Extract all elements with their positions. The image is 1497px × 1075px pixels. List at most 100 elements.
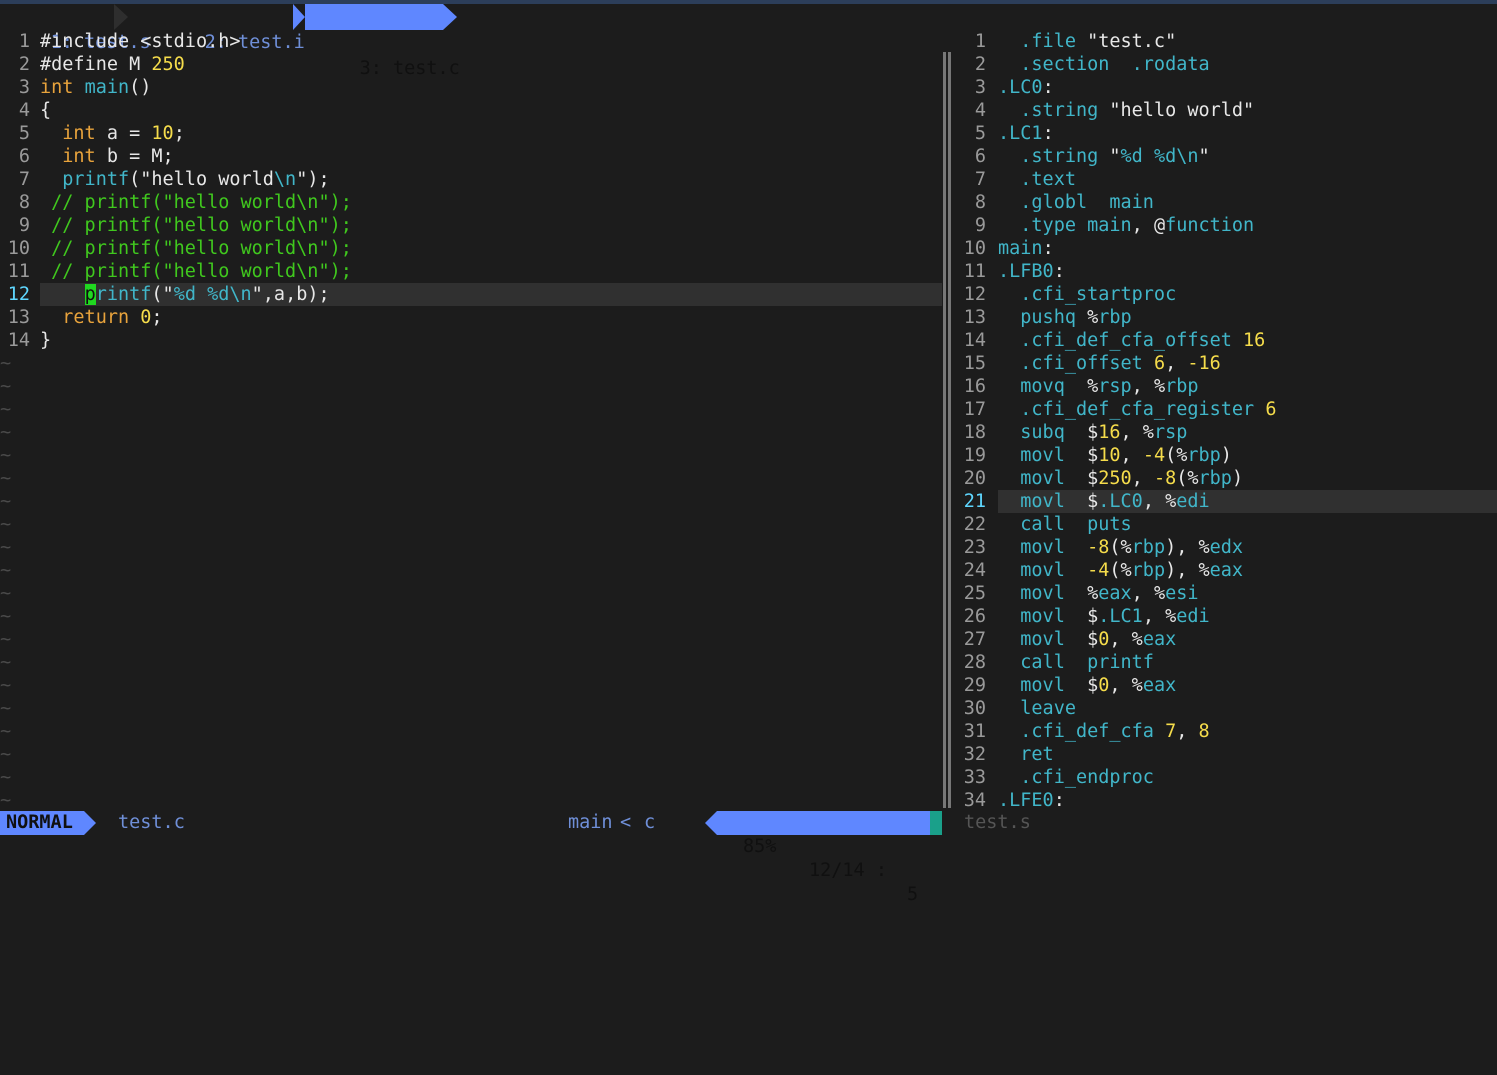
empty-buffer-line: ~ (0, 467, 942, 490)
code-token: // printf("hello world\n"); (40, 261, 352, 282)
code-line[interactable]: 16 movq %rsp, %rbp (952, 375, 1497, 398)
tilde-marker: ~ (0, 514, 12, 535)
line-number: 4 (18, 100, 30, 121)
code-line[interactable]: 34 .LFE0: (952, 789, 1497, 812)
code-line[interactable]: 10 // printf("hello world\n"); (0, 237, 942, 260)
line-number: 33 (963, 767, 986, 788)
code-text: movq %rsp, %rbp (998, 375, 1199, 398)
code-line[interactable]: 1 #include <stdio.h> (0, 30, 942, 53)
empty-buffer-line: ~ (0, 582, 942, 605)
tab-test-c-active[interactable]: 3: test.c (293, 4, 460, 79)
tab-test-i[interactable]: 2: test.i (160, 4, 305, 53)
line-number: 7 (18, 169, 30, 190)
code-line[interactable]: 1 .file "test.c" (952, 30, 1497, 53)
code-line[interactable]: 7 printf("hello world\n"); (0, 168, 942, 191)
code-text: movl %eax, %esi (998, 582, 1198, 605)
code-line[interactable]: 27 movl $0, %eax (952, 628, 1497, 651)
code-line[interactable]: 3 .LC0: (952, 76, 1497, 99)
code-line[interactable]: 20 movl $250, -8(%rbp) (952, 467, 1497, 490)
current-code-line[interactable]: 12 printf("%d %d\n",a,b); (8, 283, 942, 306)
code-line[interactable]: 28 call printf (952, 651, 1497, 674)
code-line[interactable]: 26 movl $.LC1, %edi (952, 605, 1497, 628)
code-line[interactable]: 23 movl -8(%rbp), %edx (952, 536, 1497, 559)
line-number: 11 (7, 261, 30, 282)
code-token: eax (1098, 583, 1132, 604)
code-token: rbp (1165, 376, 1199, 397)
code-line[interactable]: 32 ret (952, 743, 1497, 766)
code-text: // printf("hello world\n"); (40, 237, 352, 260)
code-token: 250 (1098, 468, 1132, 489)
code-line[interactable]: 31 .cfi_def_cfa 7, 8 (952, 720, 1497, 743)
code-line[interactable]: 30 leave (952, 697, 1497, 720)
code-line[interactable]: 4 .string "hello world" (952, 99, 1497, 122)
code-token: " (1198, 146, 1210, 167)
code-line[interactable]: 2 .section .rodata (952, 53, 1497, 76)
code-token: 0 (140, 307, 152, 328)
code-line[interactable]: 17 .cfi_def_cfa_register 6 (952, 398, 1497, 421)
tab-test-s[interactable]: 1: test.s (6, 4, 151, 53)
editor-pane-test-c[interactable]: 1 #include <stdio.h> 2 #define M 250 3 int ma… (0, 30, 942, 811)
code-token: ; (173, 123, 185, 144)
code-token: .LFE0 (998, 790, 1054, 811)
code-token: .cfi_startproc (1020, 284, 1177, 305)
vertical-split-separator[interactable] (942, 52, 952, 808)
code-line[interactable]: 5 int a = 10; (0, 122, 942, 145)
code-text: // printf("hello world\n"); (40, 191, 352, 214)
code-line[interactable]: 4{ (0, 99, 942, 122)
line-number: 23 (963, 537, 986, 558)
code-line[interactable]: 13 pushq %rbp (952, 306, 1497, 329)
code-token: : (1042, 238, 1054, 259)
line-number: 21 (963, 491, 986, 512)
code-line[interactable]: 25 movl %eax, %esi (952, 582, 1497, 605)
code-line[interactable]: 13 return 0; (0, 306, 942, 329)
code-line[interactable]: 11 .LFB0: (952, 260, 1497, 283)
code-line[interactable]: 12 .cfi_startproc (952, 283, 1497, 306)
code-token: int (62, 146, 96, 167)
code-line[interactable]: 10 main: (952, 237, 1497, 260)
code-token: ; (151, 307, 163, 328)
code-token: 16 (1098, 422, 1121, 443)
code-line[interactable]: 33 .cfi_endproc (952, 766, 1497, 789)
code-token: int (40, 77, 85, 98)
line-number: 12 (963, 284, 986, 305)
code-line[interactable]: 29 movl $0, %eax (952, 674, 1497, 697)
line-number: 9 (18, 215, 30, 236)
empty-buffer-line: ~ (0, 375, 942, 398)
code-token: movl (1020, 606, 1088, 627)
code-line[interactable]: 7 .text (952, 168, 1497, 191)
code-line[interactable]: 19 movl $10, -4(%rbp) (952, 444, 1497, 467)
code-line[interactable]: 3 int main() (0, 76, 942, 99)
code-line[interactable]: 22 call puts (952, 513, 1497, 536)
code-text: { (40, 99, 51, 122)
current-code-line[interactable]: 21 movl $.LC0, %edi (964, 490, 1497, 513)
code-line[interactable]: 9 .type main, @function (952, 214, 1497, 237)
code-line[interactable]: 14 .cfi_def_cfa_offset 16 (952, 329, 1497, 352)
code-line[interactable]: 9 // printf("hello world\n"); (0, 214, 942, 237)
tilde-marker: ~ (0, 721, 12, 742)
code-line[interactable]: 5 .LC1: (952, 122, 1497, 145)
editor-pane-test-s[interactable]: 1 .file "test.c" 2 .section .rodata 3 .LC0:… (952, 30, 1497, 811)
code-line[interactable]: 15 .cfi_offset 6, -16 (952, 352, 1497, 375)
empty-buffer-line: ~ (0, 789, 942, 812)
tilde-marker: ~ (0, 583, 12, 604)
code-token: rbp (1131, 560, 1166, 581)
code-line[interactable]: 14} (0, 329, 942, 352)
code-token: movl (1020, 445, 1088, 466)
empty-buffer-line: ~ (0, 697, 942, 720)
code-line[interactable]: 8 .globl main (952, 191, 1497, 214)
code-token: ), % (1165, 560, 1210, 581)
code-text: movl $250, -8(%rbp) (998, 467, 1243, 490)
code-line[interactable]: 18 subq $16, %rsp (952, 421, 1497, 444)
code-line[interactable]: 11 // printf("hello world\n"); (0, 260, 942, 283)
code-line[interactable]: 6 .string "%d %d\n" (952, 145, 1497, 168)
code-line[interactable]: 2 #define M 250 (0, 53, 942, 76)
code-text: leave (998, 697, 1076, 720)
code-text: .cfi_def_cfa 7, 8 (998, 720, 1209, 743)
code-line[interactable]: 24 movl -4(%rbp), %eax (952, 559, 1497, 582)
code-line[interactable]: 6 int b = M; (0, 145, 942, 168)
code-line[interactable]: 8 // printf("hello world\n"); (0, 191, 942, 214)
